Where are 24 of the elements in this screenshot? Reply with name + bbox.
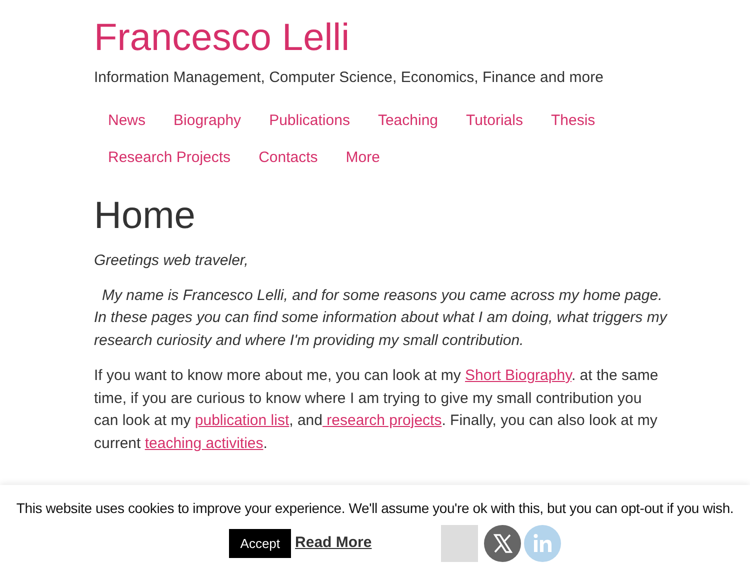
greeting-text: Greetings web traveler,: [94, 250, 250, 270]
read-more-link[interactable]: Read More: [295, 532, 372, 555]
nav-link[interactable]: Publications: [255, 102, 364, 138]
nav-link[interactable]: More: [332, 138, 394, 176]
x-logo-icon[interactable]: [484, 525, 521, 562]
nav-link[interactable]: Tutorials: [452, 102, 537, 138]
page-title: Home: [94, 194, 196, 238]
share-placeholder-icon[interactable]: [440, 525, 478, 562]
accept-button[interactable]: Accept: [229, 529, 292, 558]
cookie-message: This website uses cookies to improve your experience. We'll assume you're ok with this, but you can opt-out if you wish.: [16, 499, 734, 518]
body-paragraph: If you want to know more about me, you can look at my Short Biography. at the same time, if you are curious to know where I am trying to give my small contribution you can look at my publication list, and research projects. Finally, you can also look at my current teaching activities.: [94, 366, 660, 454]
nav-link[interactable]: Thesis: [536, 102, 610, 138]
nav-link[interactable]: Teaching: [364, 102, 452, 138]
nav-link[interactable]: Contacts: [244, 138, 332, 176]
site-tagline: Information Management, Computer Science, Economics, Finance and more: [94, 68, 604, 88]
nav-link[interactable]: Biography: [160, 102, 256, 138]
intro-paragraph: My name is Francesco Lelli, and for some reasons you came across my home page. In these pages you can find some information about what I am doing, what triggers my research curiosity and where I'm providing my small contribution.: [94, 286, 668, 350]
nav-link[interactable]: Research Projects: [94, 138, 245, 176]
text-link[interactable]: teaching activities: [144, 434, 264, 452]
text-link[interactable]: research projects: [322, 412, 442, 429]
text-link[interactable]: Short Biography: [465, 367, 572, 384]
nav-link[interactable]: News: [94, 102, 160, 138]
site-title[interactable]: Francesco Lelli: [94, 14, 660, 62]
text-link[interactable]: publication list: [194, 412, 290, 429]
